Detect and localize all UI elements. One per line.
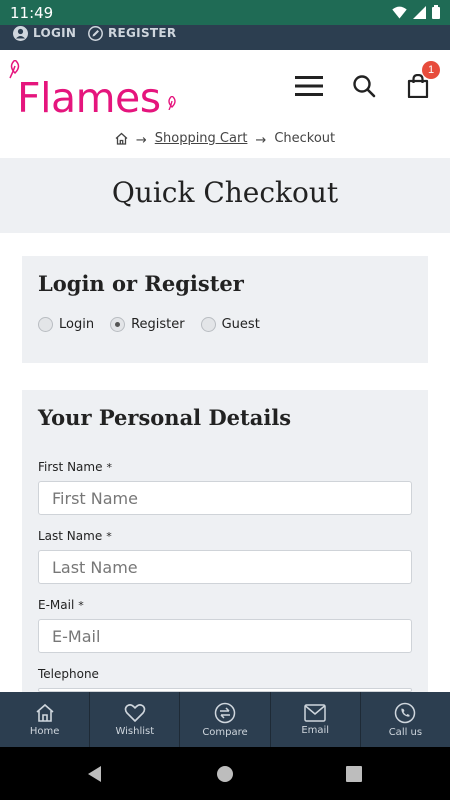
page-title: Quick Checkout: [111, 176, 339, 209]
nav-compare[interactable]: Compare: [180, 692, 271, 747]
nav-home-label: Home: [29, 725, 60, 737]
nav-home[interactable]: Home: [0, 692, 91, 747]
radio-register[interactable]: Register: [110, 317, 185, 332]
wifi-icon: [392, 6, 407, 19]
radio-guest-label: Guest: [221, 317, 260, 332]
search-icon: [353, 75, 376, 98]
cell-signal-icon: [413, 5, 426, 19]
leaf-icon: [168, 96, 176, 110]
home-icon: [36, 703, 54, 722]
last-name-label-text: Last Name: [38, 529, 103, 543]
last-name-label: Last Name *: [38, 529, 112, 543]
login-register-title: Login or Register: [38, 271, 244, 296]
radio-guest[interactable]: Guest: [200, 317, 260, 332]
menu-button[interactable]: [289, 68, 329, 104]
required-mark: *: [106, 461, 112, 474]
breadcrumb-checkout: Checkout: [274, 130, 336, 146]
telephone-label-text: Telephone: [38, 667, 99, 681]
radio-login[interactable]: Login: [38, 317, 94, 332]
cart-button[interactable]: 1: [398, 61, 440, 104]
account-type-radio-group: Login Register Guest: [38, 317, 276, 332]
email-label: E-Mail *: [38, 598, 84, 612]
first-name-label-text: First Name: [38, 460, 103, 474]
radio-register-dot[interactable]: [110, 317, 126, 332]
email-label-text: E-Mail: [38, 598, 75, 612]
breadcrumb: → Shopping Cart → Checkout: [0, 130, 450, 148]
first-name-label: First Name *: [38, 460, 112, 474]
personal-details-panel: Your Personal Details First Name* Last N…: [22, 390, 428, 692]
status-time: 11:49: [10, 4, 54, 22]
first-name-input[interactable]: [38, 481, 412, 515]
mail-icon: [304, 703, 326, 722]
email-input[interactable]: [38, 619, 412, 653]
heart-icon: [124, 703, 146, 722]
radio-login-dot[interactable]: [38, 317, 53, 332]
required-mark: *: [78, 599, 84, 612]
login-label: LOGIN: [33, 26, 77, 40]
radio-login-label: Login: [59, 317, 95, 332]
nav-wishlist-label: Wishlist: [115, 725, 155, 737]
breadcrumb-separator: →: [135, 132, 147, 148]
register-label: REGISTER: [108, 26, 177, 40]
nav-compare-label: Compare: [202, 726, 248, 738]
register-link[interactable]: REGISTER: [88, 25, 176, 41]
site-header: Flames 1 → Shopping Cart → Checkout: [0, 50, 450, 158]
login-link[interactable]: LOGIN: [13, 25, 76, 41]
radio-guest-dot[interactable]: [200, 317, 216, 332]
search-button[interactable]: [344, 68, 384, 104]
required-mark: *: [106, 530, 112, 543]
telephone-label: Telephone: [38, 667, 99, 681]
nav-call-us-label: Call us: [388, 726, 423, 738]
flames-logo[interactable]: Flames: [8, 60, 180, 122]
status-icons: [392, 5, 440, 19]
pencil-icon: [88, 25, 103, 41]
logo-text: Flames: [17, 74, 161, 122]
compare-icon: [214, 702, 236, 723]
home-icon[interactable]: [115, 132, 128, 145]
home-circle-icon[interactable]: [216, 765, 234, 783]
breadcrumb-separator: →: [255, 132, 267, 148]
cart-count-badge: 1: [422, 61, 440, 79]
last-name-input[interactable]: [38, 550, 412, 584]
bottom-nav: Home Wishlist Compare Email Call us: [0, 692, 450, 747]
phone-icon: [395, 702, 416, 723]
page-title-band: Quick Checkout: [0, 158, 450, 233]
android-nav-bar: [0, 747, 450, 800]
nav-call-us[interactable]: Call us: [361, 692, 450, 747]
personal-details-title: Your Personal Details: [38, 405, 292, 430]
account-topbar: LOGIN REGISTER: [0, 25, 450, 50]
recents-icon[interactable]: [345, 765, 363, 783]
breadcrumb-shopping-cart[interactable]: Shopping Cart: [155, 131, 248, 146]
battery-icon: [432, 5, 440, 19]
hamburger-icon: [295, 76, 323, 96]
nav-email[interactable]: Email: [271, 692, 361, 747]
back-icon[interactable]: [86, 765, 104, 783]
status-bar: 11:49: [0, 0, 450, 25]
nav-wishlist[interactable]: Wishlist: [90, 692, 181, 747]
radio-register-label: Register: [131, 317, 185, 332]
nav-email-label: Email: [301, 724, 330, 736]
user-icon: [13, 25, 28, 41]
login-register-panel: Login or Register Login Register Guest: [22, 256, 428, 363]
